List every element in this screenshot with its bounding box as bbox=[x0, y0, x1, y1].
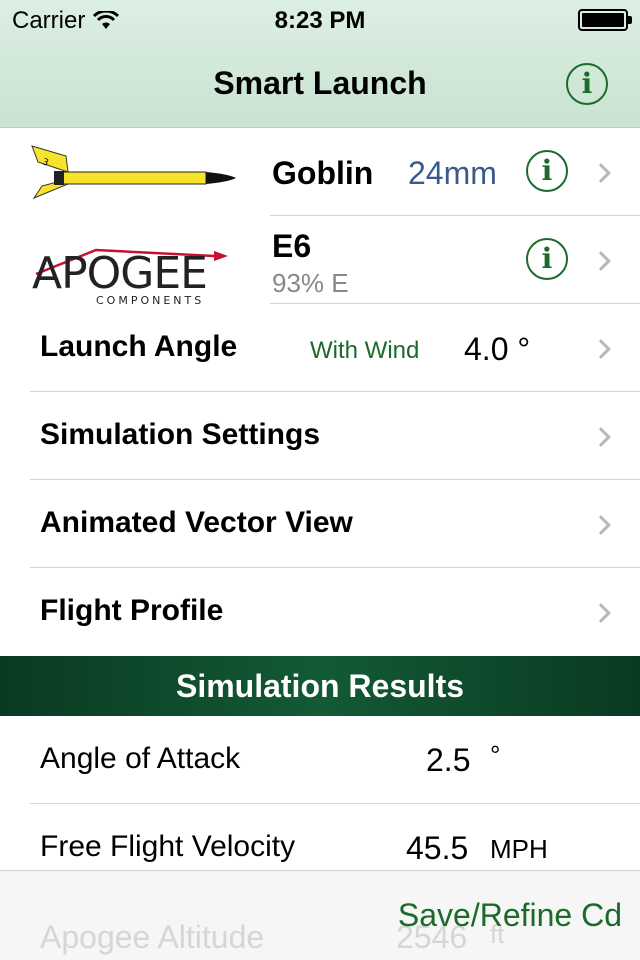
rocket-size: 24mm bbox=[408, 155, 497, 191]
status-time: 8:23 PM bbox=[274, 7, 366, 34]
result-row-angle-of-attack: Angle of Attack 2.5 ° bbox=[0, 716, 640, 804]
chevron-right-icon bbox=[591, 515, 611, 535]
simulation-settings-label: Simulation Settings bbox=[40, 418, 321, 451]
motor-propellant: 93% E bbox=[272, 268, 349, 298]
wind-mode-label: With Wind bbox=[310, 337, 420, 364]
chevron-right-icon bbox=[591, 163, 611, 183]
motor-info-button[interactable]: i bbox=[526, 238, 568, 280]
result-label-ghost: Apogee Altitude bbox=[40, 919, 265, 955]
result-value: 2.5 bbox=[426, 742, 471, 778]
flight-profile-row[interactable]: Flight Profile bbox=[0, 568, 640, 656]
navigation-bar: Carrier 8:23 PM Smart Launch i bbox=[0, 0, 640, 128]
svg-text:APOGEE: APOGEE bbox=[32, 248, 207, 299]
page-title: Smart Launch bbox=[213, 65, 427, 101]
save-refine-cd-button[interactable]: Save/Refine Cd bbox=[398, 897, 622, 934]
simulation-settings-row[interactable]: Simulation Settings bbox=[0, 392, 640, 480]
launch-angle-value: 4.0 ° bbox=[464, 331, 531, 367]
info-icon: i bbox=[581, 67, 593, 100]
result-unit: ° bbox=[490, 740, 501, 770]
result-label: Angle of Attack bbox=[40, 742, 241, 775]
result-value: 45.5 bbox=[406, 830, 469, 866]
rocket-info-button[interactable]: i bbox=[526, 150, 568, 192]
simulation-results-header: Simulation Results bbox=[0, 656, 640, 716]
apogee-logo: APOGEE COMPONENTS bbox=[32, 248, 228, 306]
result-label: Free Flight Velocity bbox=[40, 830, 296, 863]
battery-fill bbox=[582, 13, 624, 27]
result-unit: MPH bbox=[490, 834, 548, 864]
battery-icon bbox=[578, 9, 632, 31]
motor-name: E6 bbox=[272, 228, 312, 264]
motor-row[interactable]: APOGEE COMPONENTS E6 93% E i bbox=[0, 216, 640, 306]
launch-angle-label: Launch Angle bbox=[40, 330, 238, 363]
animated-vector-view-row[interactable]: Animated Vector View bbox=[0, 480, 640, 568]
launch-angle-row[interactable]: Launch Angle With Wind 4.0 ° bbox=[0, 304, 640, 392]
flight-profile-label: Flight Profile bbox=[40, 594, 224, 627]
info-icon: i bbox=[541, 154, 553, 187]
status-bar: Carrier 8:23 PM bbox=[0, 0, 640, 40]
rocket-image: 3 bbox=[31, 145, 236, 200]
info-button[interactable]: i bbox=[566, 63, 608, 105]
chevron-right-icon bbox=[591, 339, 611, 359]
chevron-right-icon bbox=[591, 603, 611, 623]
rocket-name: Goblin bbox=[272, 155, 374, 191]
bottom-toolbar: Apogee Altitude 2546 ft Save/Refine Cd bbox=[0, 870, 640, 960]
rocket-row[interactable]: 3 Goblin 24mm i bbox=[0, 128, 640, 216]
animated-vector-view-label: Animated Vector View bbox=[40, 506, 353, 539]
chevron-right-icon bbox=[591, 251, 611, 271]
chevron-right-icon bbox=[591, 427, 611, 447]
info-icon: i bbox=[541, 242, 553, 275]
